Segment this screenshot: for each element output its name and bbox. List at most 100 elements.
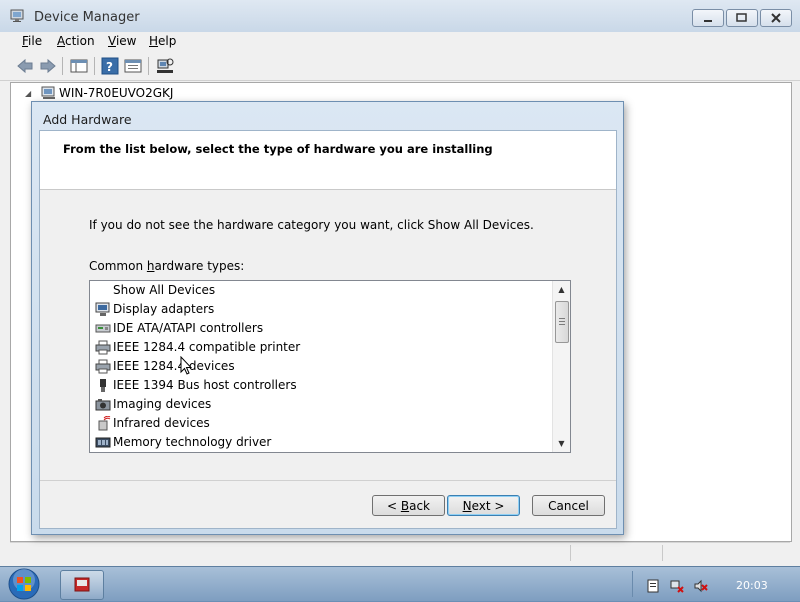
back-toolbar-button[interactable]: [15, 56, 35, 76]
device-manager-icon: [10, 9, 24, 22]
next-button[interactable]: Next >: [447, 495, 520, 516]
minimize-button[interactable]: [692, 9, 724, 27]
toolbar: ?: [0, 52, 800, 81]
dialog-body: From the list below, select the type of …: [39, 130, 617, 529]
toolbar-separator: [148, 57, 149, 75]
list-item-label: Memory technology driver: [113, 435, 272, 449]
toolbar-separator: [62, 57, 63, 75]
menu-view[interactable]: View: [108, 34, 136, 48]
list-item[interactable]: IEEE 1284.4 compatible printer: [90, 338, 550, 357]
device-manager-taskbar-icon: [74, 577, 90, 592]
add-hardware-dialog: Add Hardware From the list below, select…: [31, 101, 624, 535]
menu-help[interactable]: Help: [149, 34, 176, 48]
printer-icon: [95, 340, 111, 355]
properties-icon: [124, 59, 142, 73]
hardware-type-list[interactable]: Show All Devices Display adapters IDE AT…: [89, 280, 571, 453]
menu-help-rest: elp: [158, 34, 177, 48]
start-button-icon[interactable]: [6, 567, 42, 601]
window-title: Device Manager: [34, 10, 140, 25]
list-label-pre: Common: [89, 259, 147, 273]
arrow-left-icon: [17, 58, 33, 74]
list-item[interactable]: Show All Devices: [90, 281, 550, 300]
status-segment: [570, 545, 663, 561]
list-label-post: ardware types:: [154, 259, 245, 273]
list-item-label: IEEE 1394 Bus host controllers: [113, 378, 297, 392]
restore-icon: [736, 13, 747, 22]
footer-divider: [40, 480, 616, 481]
properties-toolbar-button[interactable]: [123, 56, 143, 76]
list-item-label: Show All Devices: [113, 283, 216, 297]
list-item[interactable]: IEEE 1394 Bus host controllers: [90, 376, 550, 395]
status-segment: [662, 545, 791, 561]
close-button[interactable]: [760, 9, 792, 27]
list-label: Common hardware types:: [89, 259, 244, 273]
show-hide-tree-button[interactable]: [69, 56, 89, 76]
minimize-icon: [704, 20, 712, 22]
computer-icon: [41, 86, 55, 99]
next-button-accel: N: [462, 499, 472, 513]
memory-icon: [95, 437, 111, 448]
help-icon: ?: [101, 57, 119, 75]
list-item[interactable]: Infrared devices: [90, 414, 550, 433]
scroll-grip: [559, 318, 565, 325]
wizard-header: From the list below, select the type of …: [40, 131, 616, 190]
printer-icon: [95, 359, 111, 374]
list-item-label: Imaging devices: [113, 397, 212, 411]
list-item[interactable]: Memory technology driver: [90, 433, 550, 452]
dialog-title: Add Hardware: [43, 112, 132, 127]
menu-bar: File Action View Help: [0, 32, 800, 52]
scroll-down-arrow-icon[interactable]: ▼: [553, 435, 570, 452]
mouse-cursor-icon: [180, 356, 192, 375]
monitor-icon: [95, 302, 110, 316]
title-bar[interactable]: Device Manager: [0, 0, 800, 33]
cancel-button[interactable]: Cancel: [532, 495, 605, 516]
back-button-pre: <: [386, 499, 401, 513]
console-tree-icon: [70, 59, 88, 73]
menu-action-rest: ction: [65, 34, 95, 48]
status-bar: [10, 542, 790, 563]
taskbar: 20:03: [0, 566, 800, 601]
info-text: If you do not see the hardware category …: [89, 218, 534, 232]
list-item-label: Display adapters: [113, 302, 215, 316]
close-icon: [771, 13, 781, 23]
menu-view-rest: iew: [115, 34, 137, 48]
list-item-label: IEEE 1284.4 compatible printer: [113, 340, 301, 354]
svg-text:?: ?: [106, 60, 113, 74]
drive-icon: [95, 324, 111, 333]
scan-hardware-icon: [157, 58, 174, 73]
toolbar-separator: [94, 57, 95, 75]
menu-file[interactable]: File: [22, 34, 42, 48]
back-button[interactable]: < Back: [372, 495, 445, 516]
tray-separator: [632, 571, 633, 597]
action-center-icon[interactable]: [646, 579, 660, 593]
list-item[interactable]: IEEE 1284.4 devices: [90, 357, 550, 376]
taskbar-clock[interactable]: 20:03: [736, 579, 768, 592]
arrow-right-icon: [40, 58, 56, 74]
list-item-label: IDE ATA/ATAPI controllers: [113, 321, 264, 335]
list-scrollbar[interactable]: ▲ ▼: [552, 281, 570, 452]
back-button-accel: B: [400, 499, 410, 513]
menu-action[interactable]: Action: [57, 34, 95, 48]
help-toolbar-button[interactable]: ?: [100, 56, 120, 76]
list-item-label: Infrared devices: [113, 416, 210, 430]
tree-expander-icon[interactable]: ◢: [25, 89, 31, 98]
taskbar-device-manager[interactable]: [60, 570, 104, 600]
volume-muted-icon[interactable]: [694, 579, 708, 593]
maximize-button[interactable]: [726, 9, 758, 27]
list-item-label: IEEE 1284.4 devices: [113, 359, 235, 373]
scroll-thumb[interactable]: [555, 301, 569, 343]
tree-root-label[interactable]: WIN-7R0EUVO2GKJ: [59, 86, 173, 100]
list-item[interactable]: Imaging devices: [90, 395, 550, 414]
wizard-header-text: From the list below, select the type of …: [63, 142, 493, 156]
infrared-icon: [98, 416, 111, 431]
list-item[interactable]: Display adapters: [90, 300, 550, 319]
back-button-post: ack: [409, 499, 430, 513]
forward-toolbar-button[interactable]: [38, 56, 58, 76]
camera-icon: [95, 399, 111, 411]
next-button-post: ext >: [471, 499, 505, 513]
list-item[interactable]: IDE ATA/ATAPI controllers: [90, 319, 550, 338]
plug-icon: [100, 379, 106, 392]
scan-hardware-button[interactable]: [155, 56, 175, 76]
network-disconnected-icon[interactable]: [670, 579, 684, 593]
scroll-up-arrow-icon[interactable]: ▲: [553, 281, 570, 298]
